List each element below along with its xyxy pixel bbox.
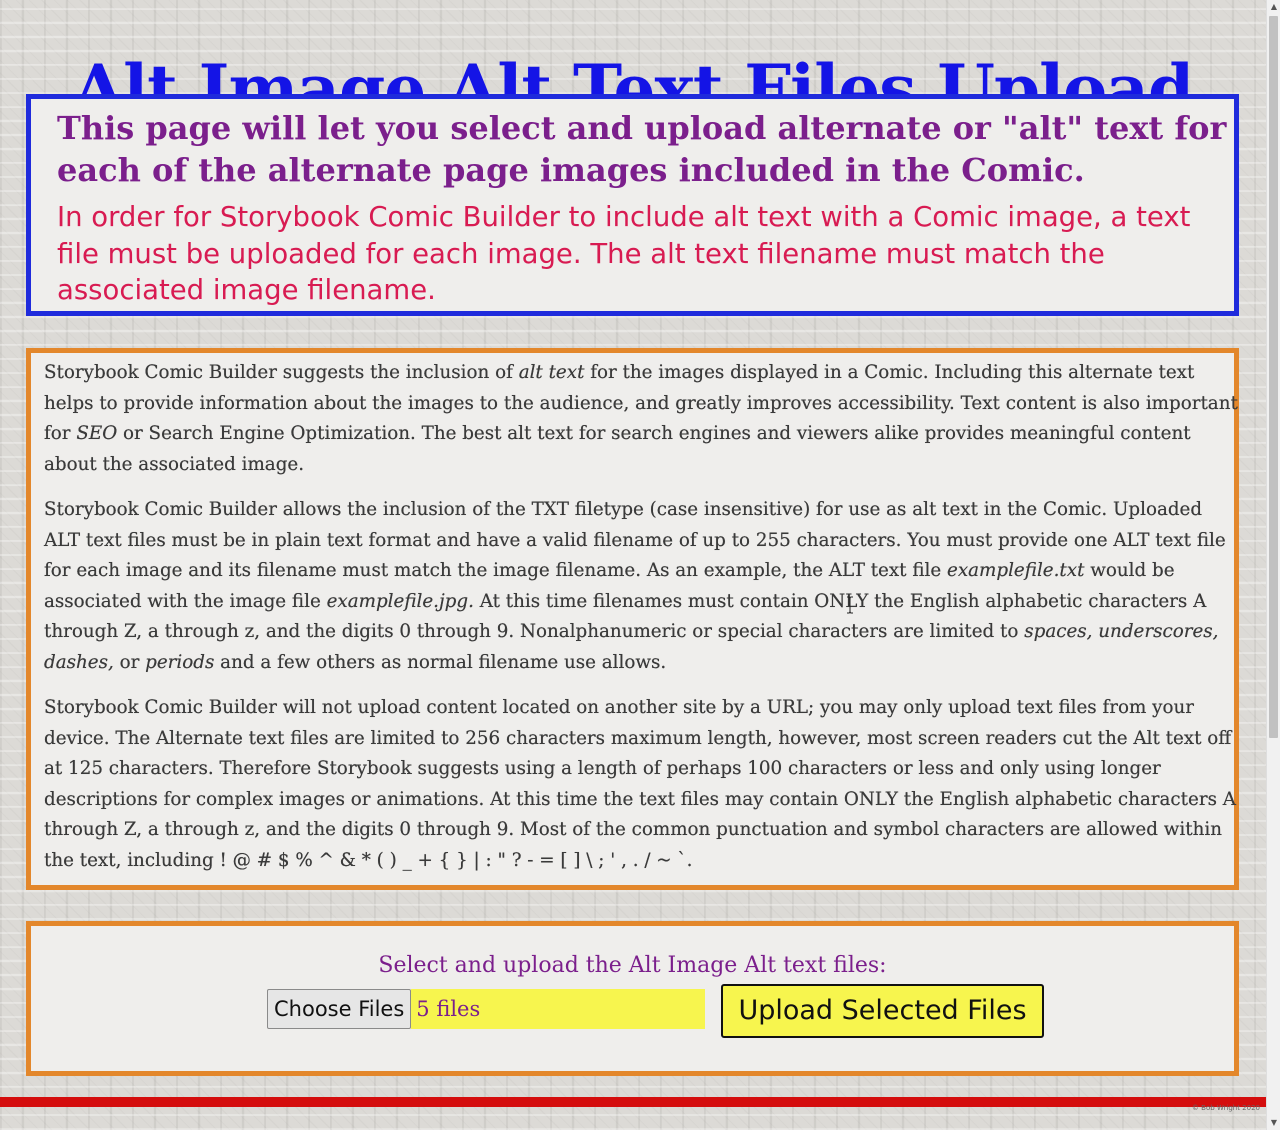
upload-selected-files-button[interactable]: Upload Selected Files	[721, 984, 1044, 1038]
scroll-up-icon[interactable]: ▲	[1267, 0, 1280, 14]
emphasis-example-txt: examplefile.txt	[947, 560, 1085, 581]
selected-file-count[interactable]: 5 files	[411, 989, 706, 1029]
emphasis-periods: periods	[145, 651, 215, 673]
intro-heading: This page will let you select and upload…	[57, 109, 1227, 189]
page: Alt Image Alt Text Files Upload This pag…	[0, 0, 1266, 1130]
vertical-scrollbar[interactable]: ▲ ▼	[1266, 0, 1280, 1130]
info-paragraph-upload-limits: Storybook Comic Builder will not upload …	[44, 697, 1236, 871]
scroll-down-icon[interactable]: ▼	[1267, 1116, 1280, 1130]
scrollbar-thumb[interactable]	[1269, 16, 1278, 738]
footer-divider	[0, 1097, 1266, 1107]
copyright-notice: © Bob Wright 2020	[1191, 1104, 1260, 1112]
choose-files-button[interactable]: Choose Files	[267, 989, 412, 1029]
text-cursor-icon	[847, 596, 853, 614]
emphasis-alt-text: alt text	[518, 362, 585, 383]
upload-label: Select and upload the Alt Image Alt text…	[378, 953, 887, 978]
intro-note: In order for Storybook Comic Builder to …	[57, 201, 1191, 306]
emphasis-example-jpg: examplefile.jpg.	[326, 590, 474, 612]
info-paragraph-alt-text: Storybook Comic Builder suggests the inc…	[44, 362, 1238, 475]
info-box: Storybook Comic Builder suggests the inc…	[26, 348, 1239, 890]
upload-box: Select and upload the Alt Image Alt text…	[26, 921, 1239, 1076]
intro-box: This page will let you select and upload…	[26, 94, 1239, 316]
info-paragraph-filetype: Storybook Comic Builder allows the inclu…	[44, 499, 1226, 673]
file-input[interactable]: Choose Files 5 files	[267, 989, 706, 1029]
emphasis-seo: SEO	[76, 423, 118, 444]
